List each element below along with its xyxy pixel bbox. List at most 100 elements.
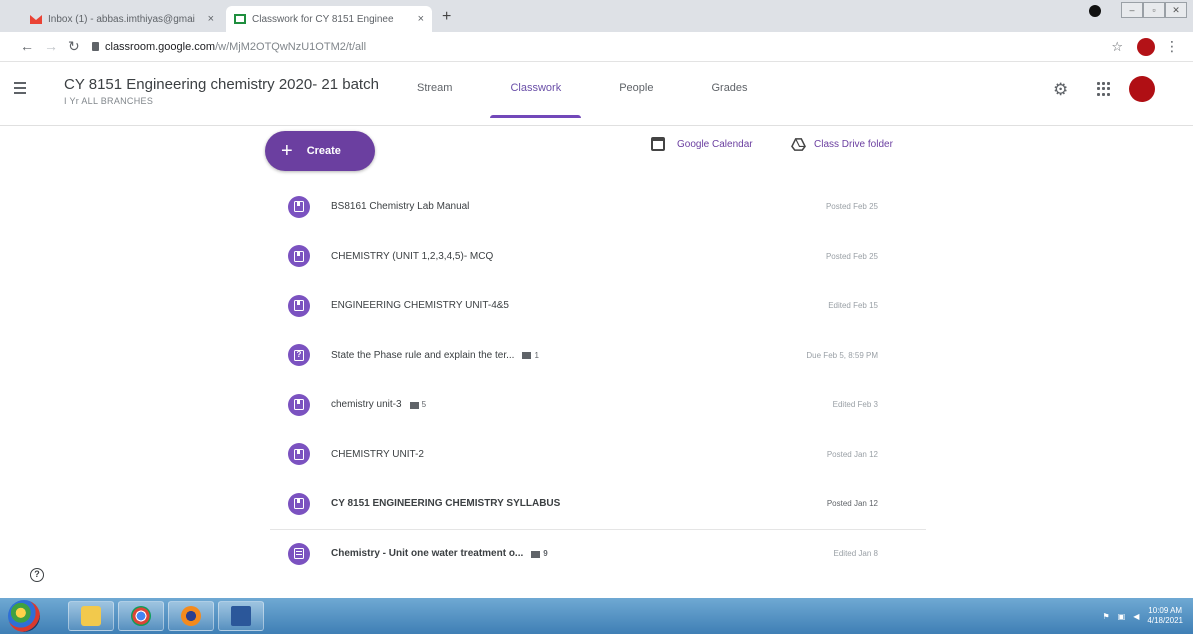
close-tab-icon[interactable]: ×	[208, 13, 214, 25]
tab-people[interactable]: People	[613, 82, 659, 118]
attachment-count: 5	[409, 400, 427, 410]
material-icon	[288, 245, 310, 268]
maximize-button[interactable]: ▫	[1143, 2, 1165, 18]
class-tabs: Stream Classwork People Grades	[411, 82, 800, 118]
tab-classroom[interactable]: Classwork for CY 8151 Enginee ×	[226, 6, 432, 32]
url-path: /w/MjM2OTQwNzU1OTM2/t/all	[215, 41, 367, 53]
class-title[interactable]: CY 8151 Engineering chemistry 2020- 21 b…	[64, 76, 379, 93]
attachment-icon	[531, 550, 541, 558]
list-item[interactable]: CY 8151 ENGINEERING CHEMISTRY SYLLABUS P…	[270, 479, 926, 529]
tab-label: Classwork for CY 8151 Enginee	[252, 13, 394, 25]
clock-date: 4/18/2021	[1147, 616, 1183, 625]
item-title: ENGINEERING CHEMISTRY UNIT-4&5	[331, 300, 509, 312]
network-icon[interactable]: ▣	[1118, 612, 1126, 621]
item-status: Posted Feb 25	[825, 202, 878, 212]
firefox-icon	[181, 606, 201, 626]
gmail-icon	[30, 15, 42, 24]
window-controls: – ▫ ✕	[1121, 2, 1187, 18]
close-tab-icon[interactable]: ×	[418, 13, 424, 25]
material-icon	[288, 393, 310, 416]
drive-icon	[791, 138, 806, 151]
close-window-button[interactable]: ✕	[1165, 2, 1187, 18]
account-avatar[interactable]	[1129, 76, 1155, 102]
classwork-list: BS8161 Chemistry Lab Manual Posted Feb 2…	[270, 182, 926, 578]
item-status: Edited Jan 8	[833, 549, 878, 559]
material-icon	[288, 195, 310, 218]
tab-stream[interactable]: Stream	[411, 82, 458, 118]
list-item[interactable]: CHEMISTRY (UNIT 1,2,3,4,5)- MCQ Posted F…	[270, 232, 926, 282]
profile-dot-icon	[1089, 5, 1101, 17]
folder-icon	[81, 606, 101, 626]
attachment-count-value: 5	[421, 400, 427, 410]
volume-icon[interactable]: ◀	[1133, 612, 1139, 621]
google-calendar-link[interactable]: Google Calendar	[651, 137, 753, 151]
drive-label: Class Drive folder	[814, 139, 893, 150]
taskbar-chrome[interactable]	[118, 601, 164, 631]
settings-gear-icon[interactable]: ⚙	[1053, 80, 1068, 100]
forward-arrow-icon[interactable]: →	[44, 38, 58, 54]
browser-tab-strip: Inbox (1) - abbas.imthiyas@gmai × Classw…	[0, 0, 1193, 32]
item-title: CY 8151 ENGINEERING CHEMISTRY SYLLABUS	[331, 498, 561, 510]
taskbar-firefox[interactable]	[168, 601, 214, 631]
assignment-icon	[288, 542, 310, 565]
list-item[interactable]: BS8161 Chemistry Lab Manual Posted Feb 2…	[270, 182, 926, 232]
address-bar: ← → ↻ classroom.google.com/w/MjM2OTQwNzU…	[0, 32, 1193, 62]
item-title-text: State the Phase rule and explain the ter…	[331, 349, 515, 361]
chrome-icon	[131, 606, 151, 626]
system-tray: ⚑ ▣ ◀ 10:09 AM 4/18/2021	[1103, 606, 1183, 626]
item-title: Chemistry - Unit one water treatment o..…	[331, 548, 548, 559]
extension-avatar[interactable]	[1137, 38, 1155, 56]
clock-time: 10:09 AM	[1148, 606, 1183, 615]
reload-icon[interactable]: ↻	[68, 38, 80, 55]
url-field[interactable]: classroom.google.com/w/MjM2OTQwNzU1OTM2/…	[105, 41, 366, 53]
plus-icon: +	[281, 140, 293, 162]
list-item[interactable]: ENGINEERING CHEMISTRY UNIT-4&5 Edited Fe…	[270, 281, 926, 331]
new-tab-button[interactable]: +	[442, 8, 451, 26]
question-icon: ?	[288, 344, 310, 367]
list-item[interactable]: ? State the Phase rule and explain the t…	[270, 331, 926, 381]
clock[interactable]: 10:09 AM 4/18/2021	[1147, 606, 1183, 626]
create-label: Create	[306, 145, 341, 157]
start-button[interactable]	[8, 600, 40, 632]
material-icon	[288, 443, 310, 466]
material-icon	[288, 294, 310, 317]
bookmark-star-icon[interactable]: ☆	[1111, 39, 1123, 55]
word-icon	[231, 606, 251, 626]
flag-icon[interactable]: ⚑	[1103, 612, 1110, 621]
windows-taskbar: ⚑ ▣ ◀ 10:09 AM 4/18/2021	[0, 598, 1193, 634]
list-item[interactable]: Chemistry - Unit one water treatment o..…	[270, 528, 926, 579]
tab-label: Inbox (1) - abbas.imthiyas@gmai	[48, 13, 195, 25]
item-title: CHEMISTRY UNIT-2	[331, 448, 424, 460]
classroom-header: CY 8151 Engineering chemistry 2020- 21 b…	[0, 62, 1193, 126]
browser-menu-icon[interactable]: ⋮	[1165, 38, 1179, 55]
minimize-button[interactable]: –	[1121, 2, 1143, 18]
attachment-count-value: 9	[543, 549, 548, 559]
lock-icon	[92, 42, 99, 51]
item-title-text: chemistry unit-3	[331, 399, 402, 411]
apps-grid-icon[interactable]	[1097, 82, 1111, 96]
attachment-count-value: 1	[534, 350, 539, 360]
tab-gmail[interactable]: Inbox (1) - abbas.imthiyas@gmai ×	[22, 6, 222, 32]
calendar-icon	[651, 137, 665, 151]
tab-classwork[interactable]: Classwork	[490, 82, 581, 118]
item-status: Posted Jan 12	[826, 499, 878, 509]
taskbar-explorer[interactable]	[68, 601, 114, 631]
class-drive-folder-link[interactable]: Class Drive folder	[791, 137, 893, 152]
tab-grades[interactable]: Grades	[705, 82, 753, 118]
attachment-count: 1	[522, 350, 539, 360]
list-item[interactable]: CHEMISTRY UNIT-2 Posted Jan 12	[270, 430, 926, 480]
taskbar-word[interactable]	[218, 601, 264, 631]
item-status: Edited Feb 15	[828, 301, 878, 311]
material-icon	[288, 492, 310, 515]
main-menu-icon[interactable]	[14, 82, 26, 97]
create-button[interactable]: + Create	[265, 131, 375, 171]
attachment-icon	[409, 401, 419, 409]
help-icon[interactable]: ?	[30, 568, 44, 582]
item-title: BS8161 Chemistry Lab Manual	[331, 201, 470, 213]
item-title: State the Phase rule and explain the ter…	[331, 350, 539, 361]
classroom-icon	[234, 14, 246, 24]
item-title-text: Chemistry - Unit one water treatment o..…	[331, 548, 524, 560]
class-subtitle: I Yr ALL BRANCHES	[64, 96, 154, 106]
list-item[interactable]: chemistry unit-3 5 Edited Feb 3	[270, 380, 926, 430]
back-arrow-icon[interactable]: ←	[20, 38, 34, 54]
